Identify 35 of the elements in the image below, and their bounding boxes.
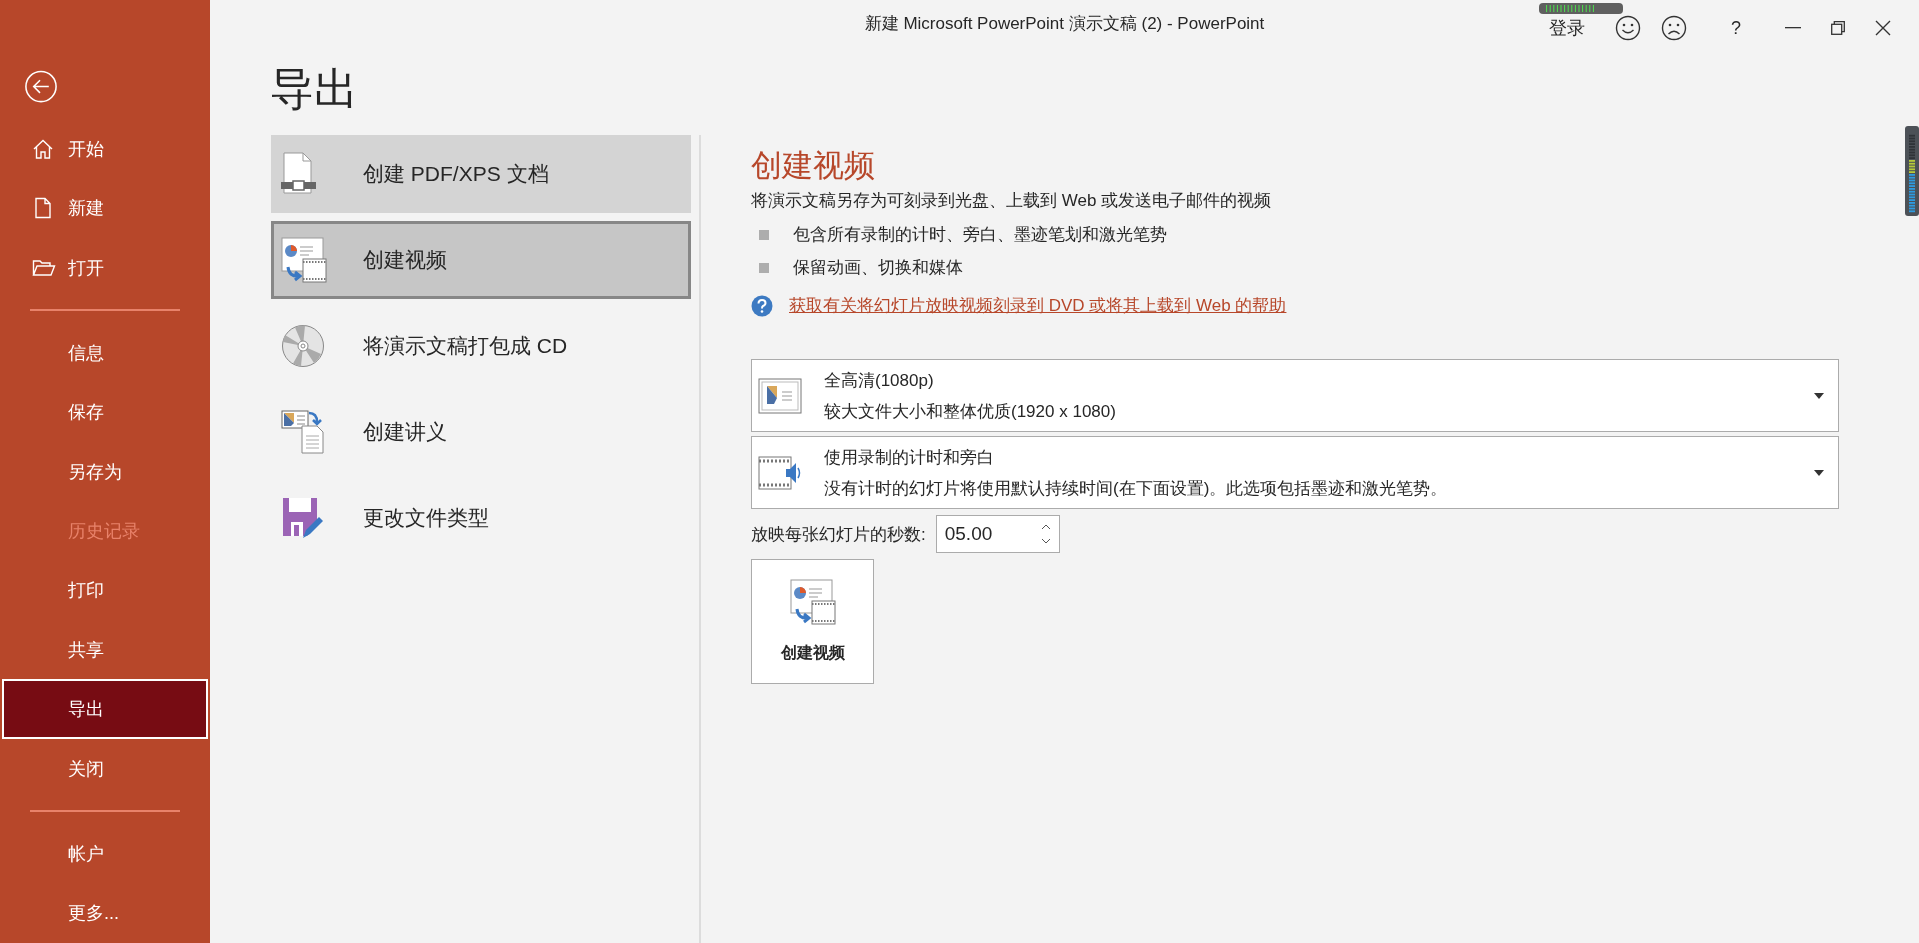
bullet-text: 包含所有录制的计时、旁白、墨迹笔划和激光笔势	[793, 224, 1167, 246]
sidebar-item[interactable]: 另存为	[2, 441, 208, 502]
sidebar-item[interactable]: 关闭	[2, 738, 208, 799]
sign-in-link[interactable]: 登录	[1549, 16, 1585, 40]
page-title: 导出	[270, 63, 359, 115]
sidebar-item[interactable]: 更多...	[2, 883, 208, 943]
help-link[interactable]: 获取有关将幻灯片放映视频刻录到 DVD 或将其上载到 Web 的帮助	[789, 294, 1287, 317]
sidebar-item[interactable]: 打开	[2, 237, 208, 298]
option-dropdown[interactable]: 全高清(1080p) 较大文件大小和整体优质(1920 x 1080)	[751, 359, 1839, 432]
export-option[interactable]: 创建 PDF/XPS 文档	[271, 135, 691, 213]
sidebar-item[interactable]: 信息	[2, 323, 208, 383]
dropdown-title: 全高清(1080p)	[824, 369, 935, 392]
description-text: 将演示文稿另存为可刻录到光盘、上载到 Web 或发送电子邮件的视频	[751, 190, 1273, 212]
sidebar-item[interactable]: 共享	[2, 620, 208, 680]
export-option[interactable]: 将演示文稿打包成 CD	[271, 307, 691, 385]
export-option[interactable]: 创建讲义	[271, 393, 691, 471]
option-dropdown[interactable]: 使用录制的计时和旁白 没有计时的幻灯片将使用默认持续时间(在下面设置)。此选项包括墨迹和激光笔势。	[751, 436, 1839, 509]
dropdown-subtitle: 没有计时的幻灯片将使用默认持续时间(在下面设置)。此选项包括墨迹和激光笔势。	[824, 477, 1449, 500]
create-video-button[interactable]: 创建视频	[751, 559, 874, 684]
sidebar-item[interactable]: 开始	[2, 119, 208, 179]
seconds-label: 放映每张幻灯片的秒数:	[751, 523, 926, 546]
sidebar-item[interactable]: 导出	[2, 679, 208, 739]
section-heading: 创建视频	[751, 147, 876, 185]
sidebar-item[interactable]: 新建	[2, 178, 208, 238]
export-option[interactable]: 更改文件类型	[271, 479, 691, 557]
export-option[interactable]: 创建视频	[271, 221, 691, 299]
sidebar-item[interactable]: 帐户	[2, 824, 208, 884]
dropdown-subtitle: 较大文件大小和整体优质(1920 x 1080)	[824, 400, 1117, 423]
sidebar-item[interactable]: 打印	[2, 560, 208, 621]
seconds-spinner[interactable]: 05.00	[935, 515, 1060, 553]
help-button[interactable]: ?	[1717, 17, 1755, 39]
window-title: 新建 Microsoft PowerPoint 演示文稿 (2) - PowerPoint	[864, 13, 1265, 35]
dropdown-title: 使用录制的计时和旁白	[824, 446, 995, 469]
sidebar-item[interactable]: 保存	[2, 382, 208, 442]
bullet-text: 保留动画、切换和媒体	[793, 257, 963, 279]
